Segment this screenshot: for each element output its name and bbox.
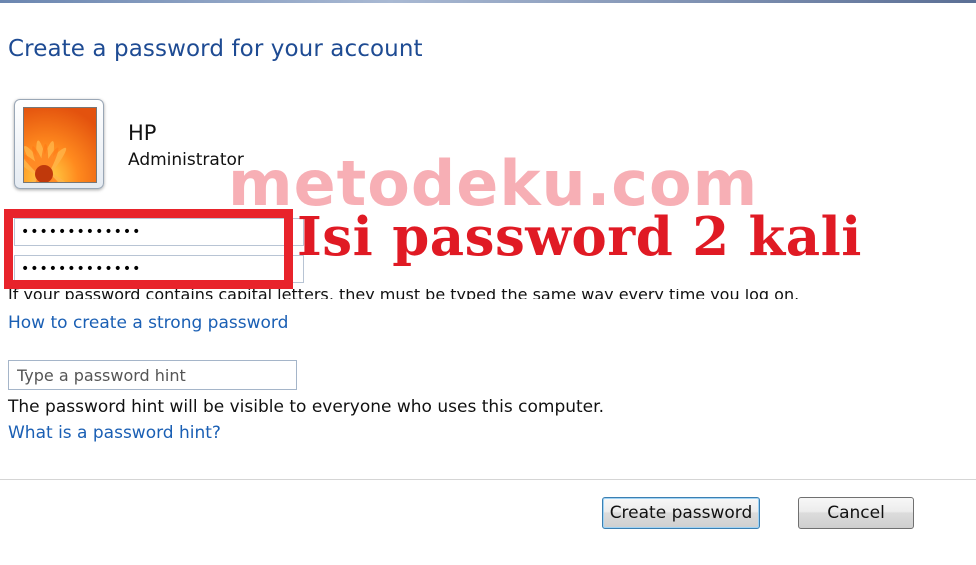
separator	[0, 479, 976, 480]
avatar	[14, 99, 104, 189]
user-role: Administrator	[128, 150, 244, 170]
capital-letters-note: If your password contains capital letter…	[8, 289, 800, 299]
password-hint-help-link[interactable]: What is a password hint?	[8, 423, 221, 443]
strong-password-link[interactable]: How to create a strong password	[8, 313, 288, 333]
create-password-button[interactable]: Create password	[602, 497, 760, 529]
annotation-instruction: Isi password 2 kali	[297, 206, 862, 268]
flower-avatar-icon	[23, 107, 97, 183]
capital-letters-note-container: If your password contains capital letter…	[0, 289, 976, 299]
confirm-password-field[interactable]: •••••••••••••	[14, 255, 304, 283]
new-password-field[interactable]: •••••••••••••	[14, 218, 304, 246]
password-hint-input[interactable]	[8, 360, 297, 390]
hint-visibility-note: The password hint will be visible to eve…	[8, 397, 604, 417]
cancel-button[interactable]: Cancel	[798, 497, 914, 529]
user-name: HP	[128, 121, 157, 145]
dialog-title: Create a password for your account	[8, 36, 423, 62]
window-top-edge	[0, 0, 976, 3]
